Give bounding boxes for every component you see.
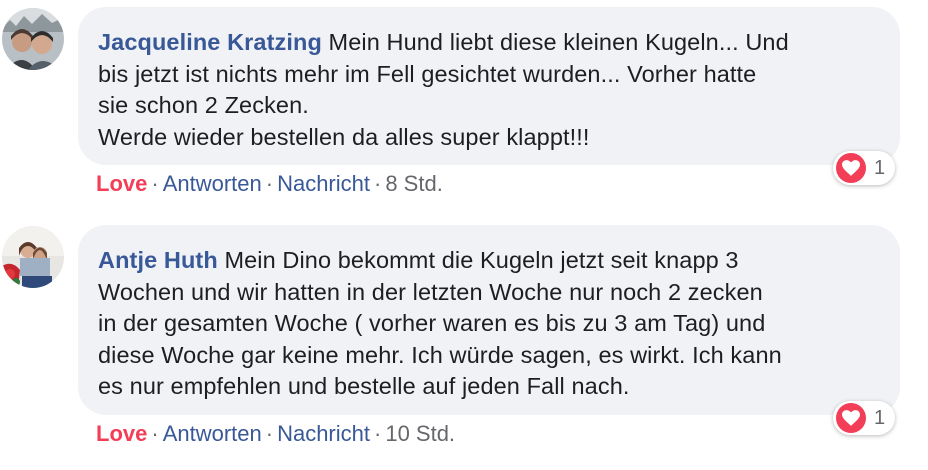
reaction-count: 1 <box>874 406 886 429</box>
comment-actions: Love · Antworten · Nachricht · 10 Std. <box>96 420 455 448</box>
heart-icon <box>836 403 866 433</box>
separator: · <box>265 421 274 446</box>
love-reaction-link[interactable]: Love <box>96 171 147 196</box>
separator: · <box>265 171 274 196</box>
avatar-photo <box>2 8 64 70</box>
separator: · <box>151 421 159 446</box>
reaction-count: 1 <box>874 156 886 179</box>
avatar[interactable] <box>2 226 64 288</box>
comment-author[interactable]: Jacqueline Kratzing <box>98 29 322 55</box>
avatar[interactable] <box>2 8 64 70</box>
heart-icon <box>836 153 866 183</box>
message-link[interactable]: Nachricht <box>277 171 370 196</box>
reaction-summary[interactable]: 1 <box>833 151 896 185</box>
reply-link[interactable]: Antworten <box>163 171 262 196</box>
comment-author[interactable]: Antje Huth <box>98 247 218 273</box>
timestamp[interactable]: 10 Std. <box>385 421 455 446</box>
love-reaction-link[interactable]: Love <box>96 421 147 446</box>
comment-bubble: Antje Huth Mein Dino bekommt die Kugeln … <box>78 225 900 415</box>
reaction-summary[interactable]: 1 <box>833 401 896 435</box>
comment-bubble: Jacqueline Kratzing Mein Hund liebt dies… <box>78 7 900 165</box>
timestamp[interactable]: 8 Std. <box>385 171 442 196</box>
separator: · <box>151 171 159 196</box>
avatar-photo <box>2 226 64 288</box>
comment-text: Jacqueline Kratzing Mein Hund liebt dies… <box>98 27 878 153</box>
message-link[interactable]: Nachricht <box>277 421 370 446</box>
reply-link[interactable]: Antworten <box>163 421 262 446</box>
comment-actions: Love · Antworten · Nachricht · 8 Std. <box>96 170 443 198</box>
separator: · <box>374 171 382 196</box>
comment-text: Antje Huth Mein Dino bekommt die Kugeln … <box>98 245 878 403</box>
separator: · <box>374 421 382 446</box>
